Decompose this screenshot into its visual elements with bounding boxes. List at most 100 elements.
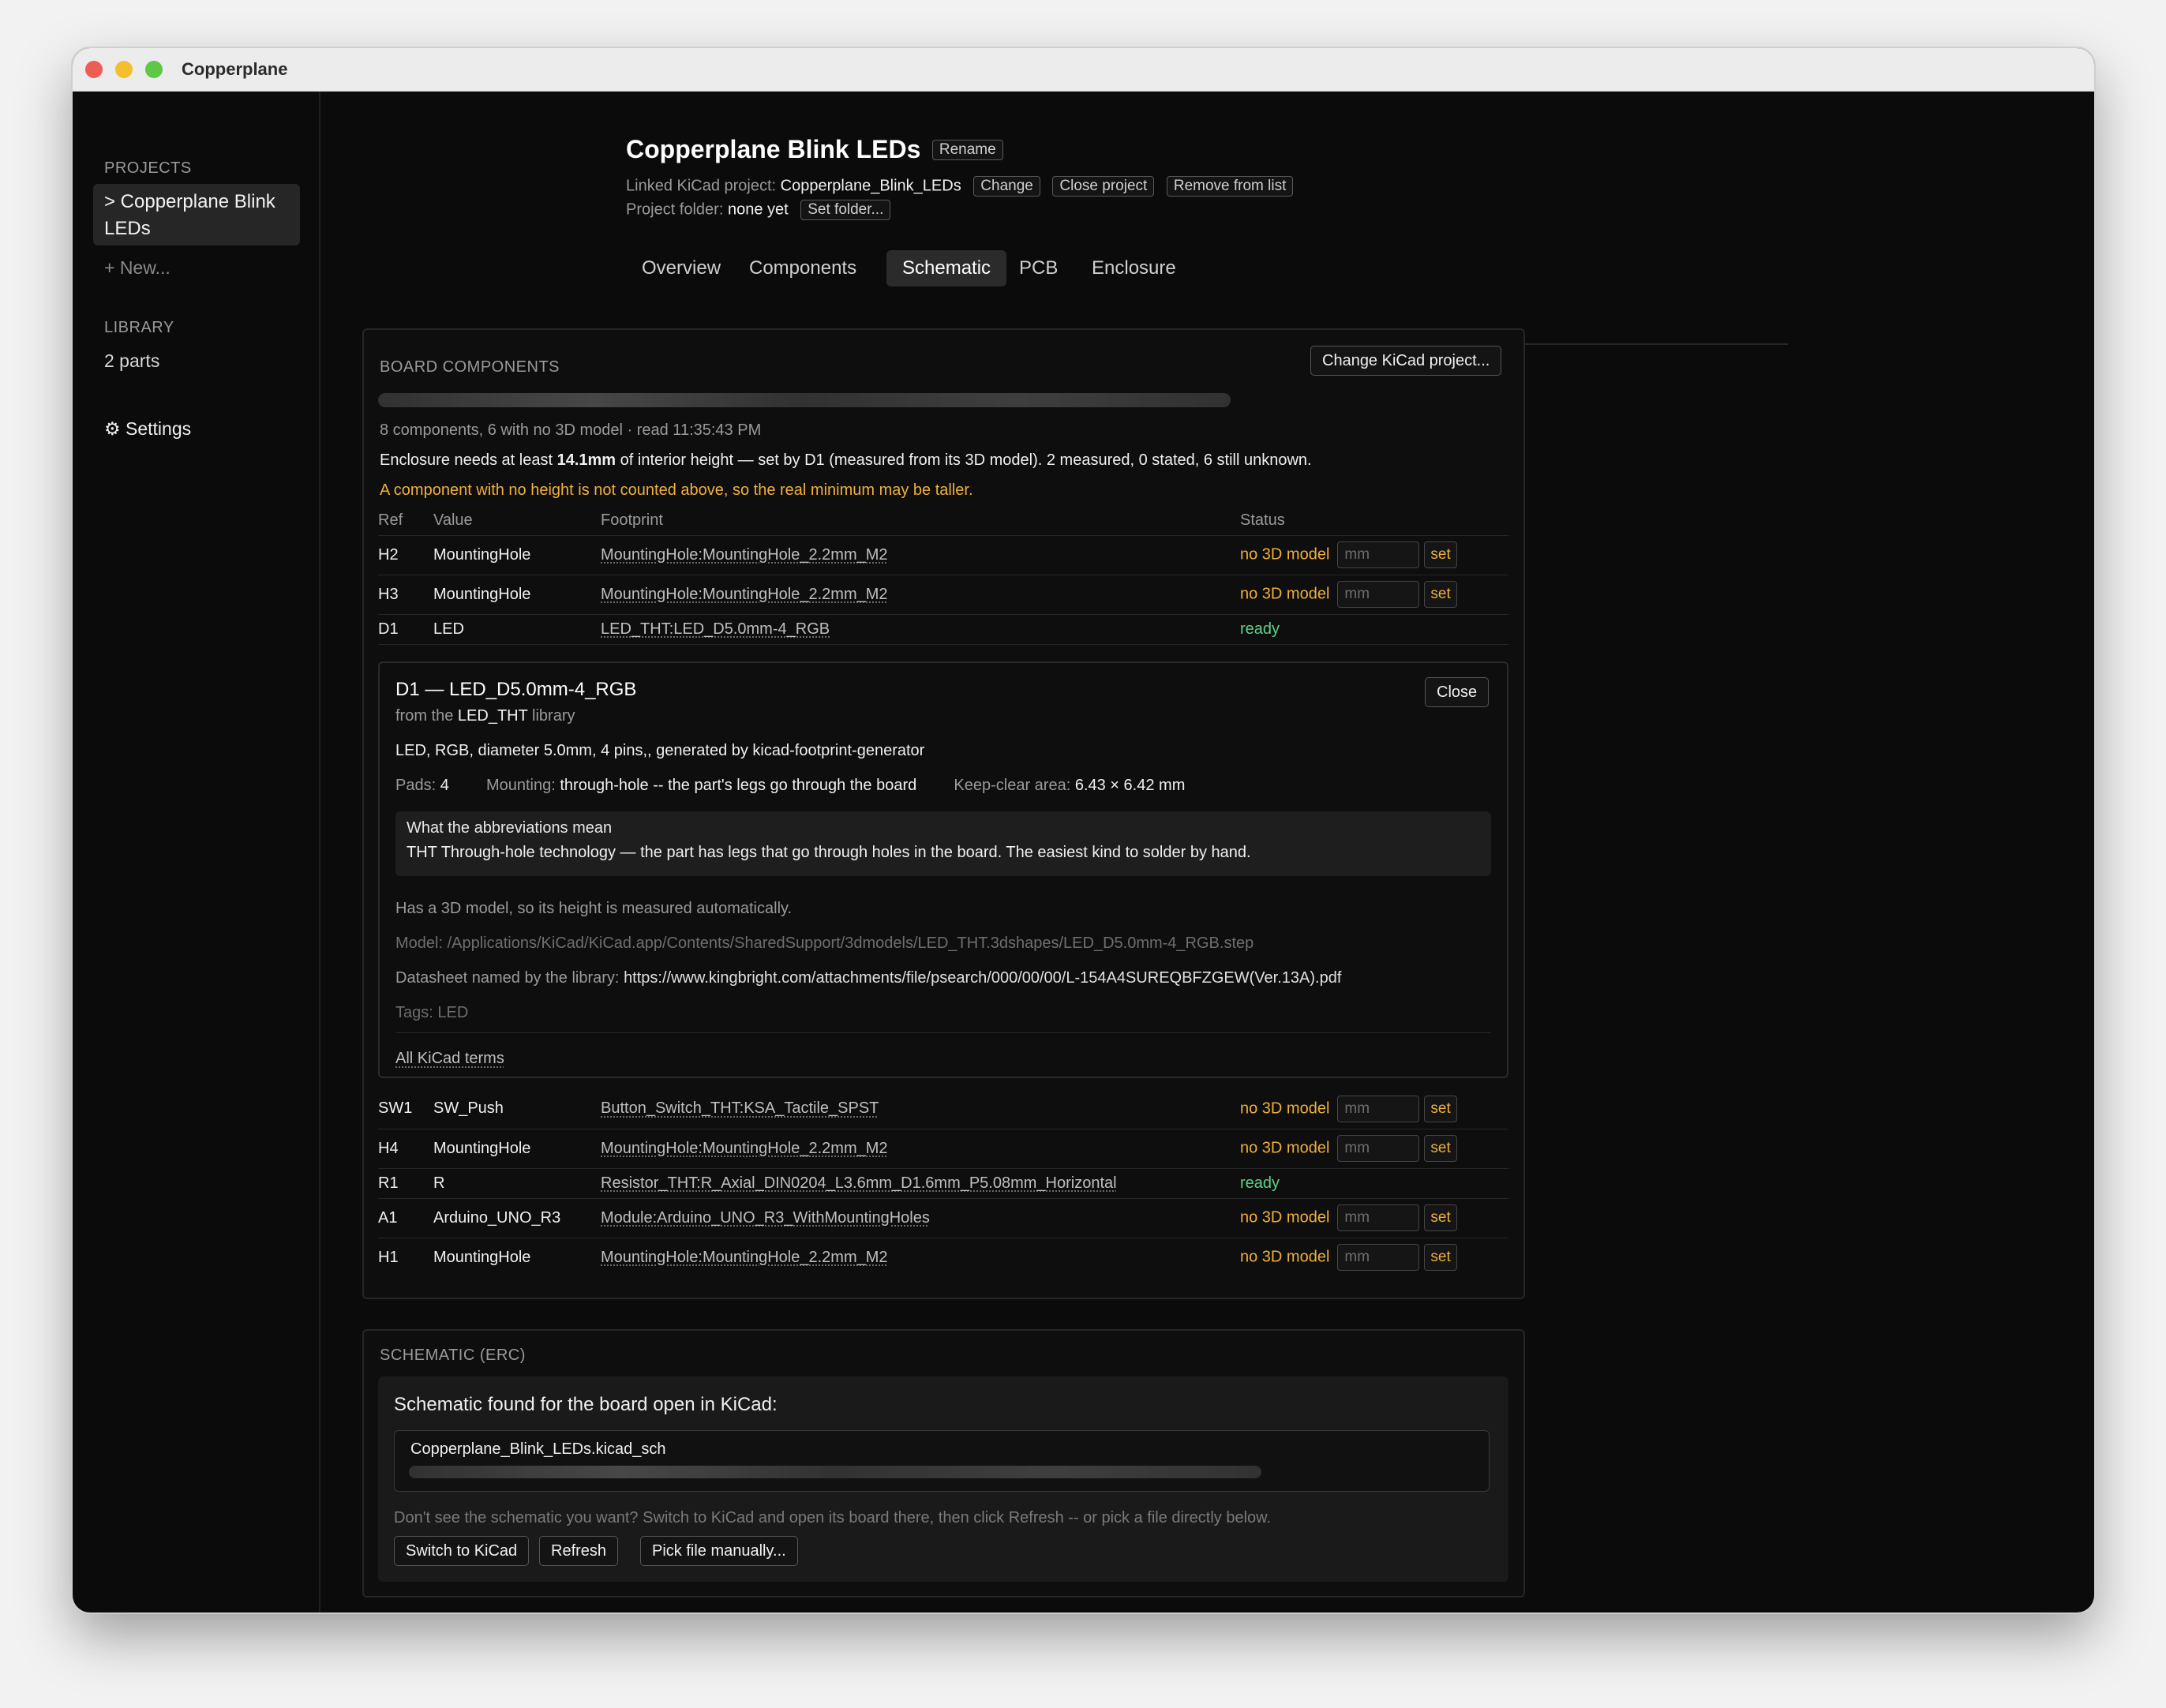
linked-label: Linked KiCad project:	[626, 177, 777, 195]
datasheet-label: Datasheet named by the library:	[395, 969, 620, 987]
app-window: Copperplane PROJECTS > Copperplane Blink…	[73, 48, 2094, 1612]
status-badge: ready	[1240, 1174, 1280, 1192]
status-badge: ready	[1240, 620, 1280, 638]
switch-to-kicad-button[interactable]: Switch to KiCad	[394, 1536, 530, 1566]
table-row[interactable]: H4 MountingHole MountingHole:MountingHol…	[378, 1129, 1508, 1169]
detail-title: D1 — LED_D5.0mm-4_RGB	[395, 679, 637, 700]
minimize-window-icon[interactable]	[115, 61, 133, 78]
sidebar-item-active-project[interactable]: > Copperplane Blink LEDs	[93, 184, 300, 245]
footprint-link[interactable]: Button_Switch_THT:KSA_Tactile_SPST	[601, 1099, 879, 1117]
table-row[interactable]: H1 MountingHole MountingHole:MountingHol…	[378, 1238, 1508, 1277]
height-mm-input[interactable]: mm	[1337, 1135, 1420, 1162]
height-mm-input[interactable]: mm	[1337, 1095, 1420, 1122]
folder-label: Project folder:	[626, 200, 724, 219]
mounting-value: through-hole -- the part's legs go throu…	[560, 777, 917, 794]
status-badge: no 3D model	[1240, 1139, 1330, 1157]
page-title: Copperplane Blink LEDs	[626, 135, 921, 163]
table-row[interactable]: A1 Arduino_UNO_R3 Module:Arduino_UNO_R3_…	[378, 1198, 1508, 1238]
row-ref: H4	[378, 1129, 433, 1169]
height-value: 14.1mm	[556, 451, 616, 469]
row-ref: H2	[378, 535, 433, 575]
all-kicad-terms-link[interactable]: All KiCad terms	[395, 1050, 504, 1068]
height-post: of interior height — set by D1 (measured…	[620, 451, 1312, 469]
settings-link[interactable]: ⚙ Settings	[104, 418, 191, 440]
col-value: Value	[433, 507, 601, 536]
new-project-link[interactable]: + New...	[104, 257, 171, 279]
schematic-found-box: Schematic found for the board open in Ki…	[378, 1377, 1508, 1582]
remove-from-list-button[interactable]: Remove from list	[1166, 176, 1294, 197]
tab-overview[interactable]: Overview	[626, 250, 736, 287]
zoom-window-icon[interactable]	[145, 61, 163, 78]
detail-description: LED, RGB, diameter 5.0mm, 4 pins,, gener…	[395, 742, 925, 759]
mounting-label: Mounting:	[485, 777, 556, 794]
status-badge: no 3D model	[1240, 545, 1330, 564]
keepclear-label: Keep-clear area:	[954, 777, 1071, 794]
tab-pcb[interactable]: PCB	[1003, 250, 1074, 287]
footprint-link[interactable]: MountingHole:MountingHole_2.2mm_M2	[601, 586, 888, 603]
set-folder-button[interactable]: Set folder...	[800, 200, 891, 220]
row-value: SW_Push	[433, 1089, 601, 1129]
footprint-link[interactable]: Module:Arduino_UNO_R3_WithMountingHoles	[601, 1209, 930, 1227]
change-kicad-project-button[interactable]: Change KiCad project...	[1310, 346, 1502, 376]
table-row[interactable]: H3 MountingHole MountingHole:MountingHol…	[378, 575, 1508, 615]
abbr-entry: THT Through-hole technology — the part h…	[407, 844, 1480, 862]
change-linked-button[interactable]: Change	[973, 176, 1040, 197]
keepclear-value: 6.43 × 6.42 mm	[1074, 777, 1186, 794]
footprint-link[interactable]: Resistor_THT:R_Axial_DIN0204_L3.6mm_D1.6…	[601, 1174, 1117, 1192]
rename-button[interactable]: Rename	[931, 139, 1003, 160]
schematic-found-label: Schematic found for the board open in Ki…	[394, 1394, 778, 1415]
abbreviations-box: What the abbreviations mean THT Through-…	[395, 811, 1491, 876]
schematic-erc-heading: SCHEMATIC (ERC)	[380, 1347, 526, 1364]
title-bar: Copperplane	[73, 48, 2094, 92]
col-ref: Ref	[378, 507, 433, 536]
sidebar: PROJECTS > Copperplane Blink LEDs + New.…	[73, 92, 320, 1612]
pick-file-button[interactable]: Pick file manually...	[640, 1536, 798, 1566]
footprint-link[interactable]: MountingHole:MountingHole_2.2mm_M2	[601, 546, 888, 564]
board-components-heading: BOARD COMPONENTS	[380, 358, 560, 376]
table-row[interactable]: H2 MountingHole MountingHole:MountingHol…	[378, 535, 1508, 575]
divider	[395, 1032, 1491, 1033]
height-mm-input[interactable]: mm	[1337, 1244, 1420, 1272]
set-height-button[interactable]: set	[1424, 1204, 1457, 1231]
height-warning: A component with no height is not counte…	[380, 481, 973, 499]
row-value: MountingHole	[433, 1129, 601, 1169]
schematic-file-card[interactable]: Copperplane_Blink_LEDs.kicad_sch	[394, 1430, 1490, 1492]
has-model-note: Has a 3D model, so its height is measure…	[395, 900, 793, 917]
pads-value: 4	[440, 777, 449, 794]
height-mm-input[interactable]: mm	[1337, 1204, 1420, 1231]
footprint-link[interactable]: MountingHole:MountingHole_2.2mm_M2	[601, 1249, 888, 1266]
footprint-link[interactable]: MountingHole:MountingHole_2.2mm_M2	[601, 1140, 888, 1157]
tab-schematic[interactable]: Schematic	[886, 250, 1007, 287]
close-project-button[interactable]: Close project	[1052, 176, 1155, 197]
set-height-button[interactable]: set	[1424, 1135, 1457, 1162]
close-window-icon[interactable]	[85, 61, 103, 78]
library-parts-link[interactable]: 2 parts	[104, 350, 159, 372]
height-mm-input[interactable]: mm	[1337, 581, 1420, 608]
datasheet-link[interactable]: https://www.kingbright.com/attachments/f…	[624, 969, 1341, 987]
folder-value: none yet	[727, 200, 789, 219]
height-mm-input[interactable]: mm	[1337, 541, 1420, 568]
row-value: LED	[433, 614, 601, 645]
table-row[interactable]: R1 R Resistor_THT:R_Axial_DIN0204_L3.6mm…	[378, 1168, 1508, 1199]
table-row[interactable]: SW1 SW_Push Button_Switch_THT:KSA_Tactil…	[378, 1089, 1508, 1129]
footprint-link[interactable]: LED_THT:LED_D5.0mm-4_RGB	[601, 620, 830, 638]
status-badge: no 3D model	[1240, 1208, 1330, 1227]
table-row[interactable]: D1 LED LED_THT:LED_D5.0mm-4_RGB ready	[378, 614, 1508, 645]
board-components-panel: BOARD COMPONENTS Change KiCad project...…	[362, 328, 1525, 1299]
schematic-erc-panel: SCHEMATIC (ERC) Schematic found for the …	[362, 1329, 1525, 1598]
set-height-button[interactable]: set	[1424, 1244, 1457, 1272]
components-summary: 8 components, 6 with no 3D model · read …	[380, 421, 762, 439]
lib-pre: from the	[395, 707, 454, 725]
set-height-button[interactable]: set	[1424, 541, 1457, 568]
refresh-button[interactable]: Refresh	[539, 1536, 619, 1566]
components-table: Ref Value Footprint Status H2 MountingHo…	[378, 507, 1508, 645]
close-detail-button[interactable]: Close	[1425, 677, 1490, 707]
tab-enclosure[interactable]: Enclosure	[1076, 250, 1192, 287]
row-ref: H3	[378, 575, 433, 615]
set-height-button[interactable]: set	[1424, 581, 1457, 608]
set-height-button[interactable]: set	[1424, 1095, 1457, 1122]
col-status: Status	[1240, 507, 1508, 536]
tab-components[interactable]: Components	[733, 250, 872, 287]
redacted-path	[378, 393, 1231, 407]
status-badge: no 3D model	[1240, 1099, 1330, 1118]
